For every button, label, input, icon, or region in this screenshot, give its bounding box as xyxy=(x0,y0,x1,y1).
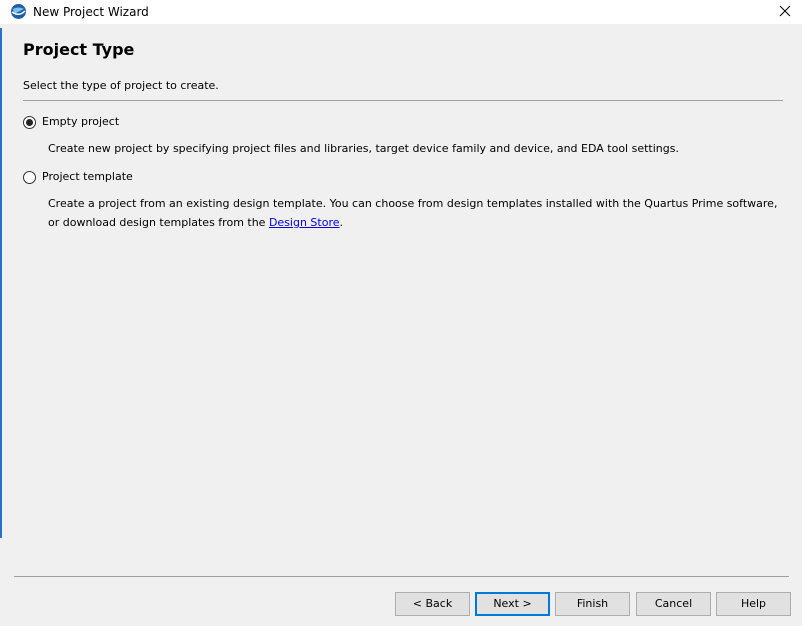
window-title: New Project Wizard xyxy=(33,5,149,19)
project-template-radio[interactable]: Project template xyxy=(23,169,133,185)
header-divider xyxy=(23,100,783,101)
wizard-header: Project Type Select the type of project … xyxy=(0,24,802,124)
empty-project-radio[interactable]: Empty project xyxy=(23,114,119,130)
close-icon xyxy=(779,5,791,17)
close-button[interactable] xyxy=(768,0,802,22)
empty-project-label[interactable]: Empty project xyxy=(42,115,119,129)
project-template-description-text: Create a project from an existing design… xyxy=(48,197,778,229)
design-store-link[interactable]: Design Store xyxy=(269,216,340,229)
quartus-globe-icon xyxy=(11,4,26,19)
page-subtitle: Select the type of project to create. xyxy=(23,79,219,92)
radio-unselected-icon[interactable] xyxy=(23,170,36,184)
title-bar: New Project Wizard xyxy=(0,0,802,24)
project-template-description: Create a project from an existing design… xyxy=(48,194,778,232)
page-title: Project Type xyxy=(23,40,135,59)
empty-project-description: Create new project by specifying project… xyxy=(48,142,679,155)
project-template-description-end: . xyxy=(339,216,344,229)
project-template-label[interactable]: Project template xyxy=(42,170,133,184)
finish-button[interactable]: Finish xyxy=(555,592,630,616)
next-button[interactable]: Next > xyxy=(475,592,550,616)
cancel-button[interactable]: Cancel xyxy=(636,592,711,616)
radio-selected-icon[interactable] xyxy=(23,115,36,129)
footer-divider xyxy=(14,576,789,577)
help-button[interactable]: Help xyxy=(716,592,791,616)
back-button[interactable]: < Back xyxy=(395,592,470,616)
